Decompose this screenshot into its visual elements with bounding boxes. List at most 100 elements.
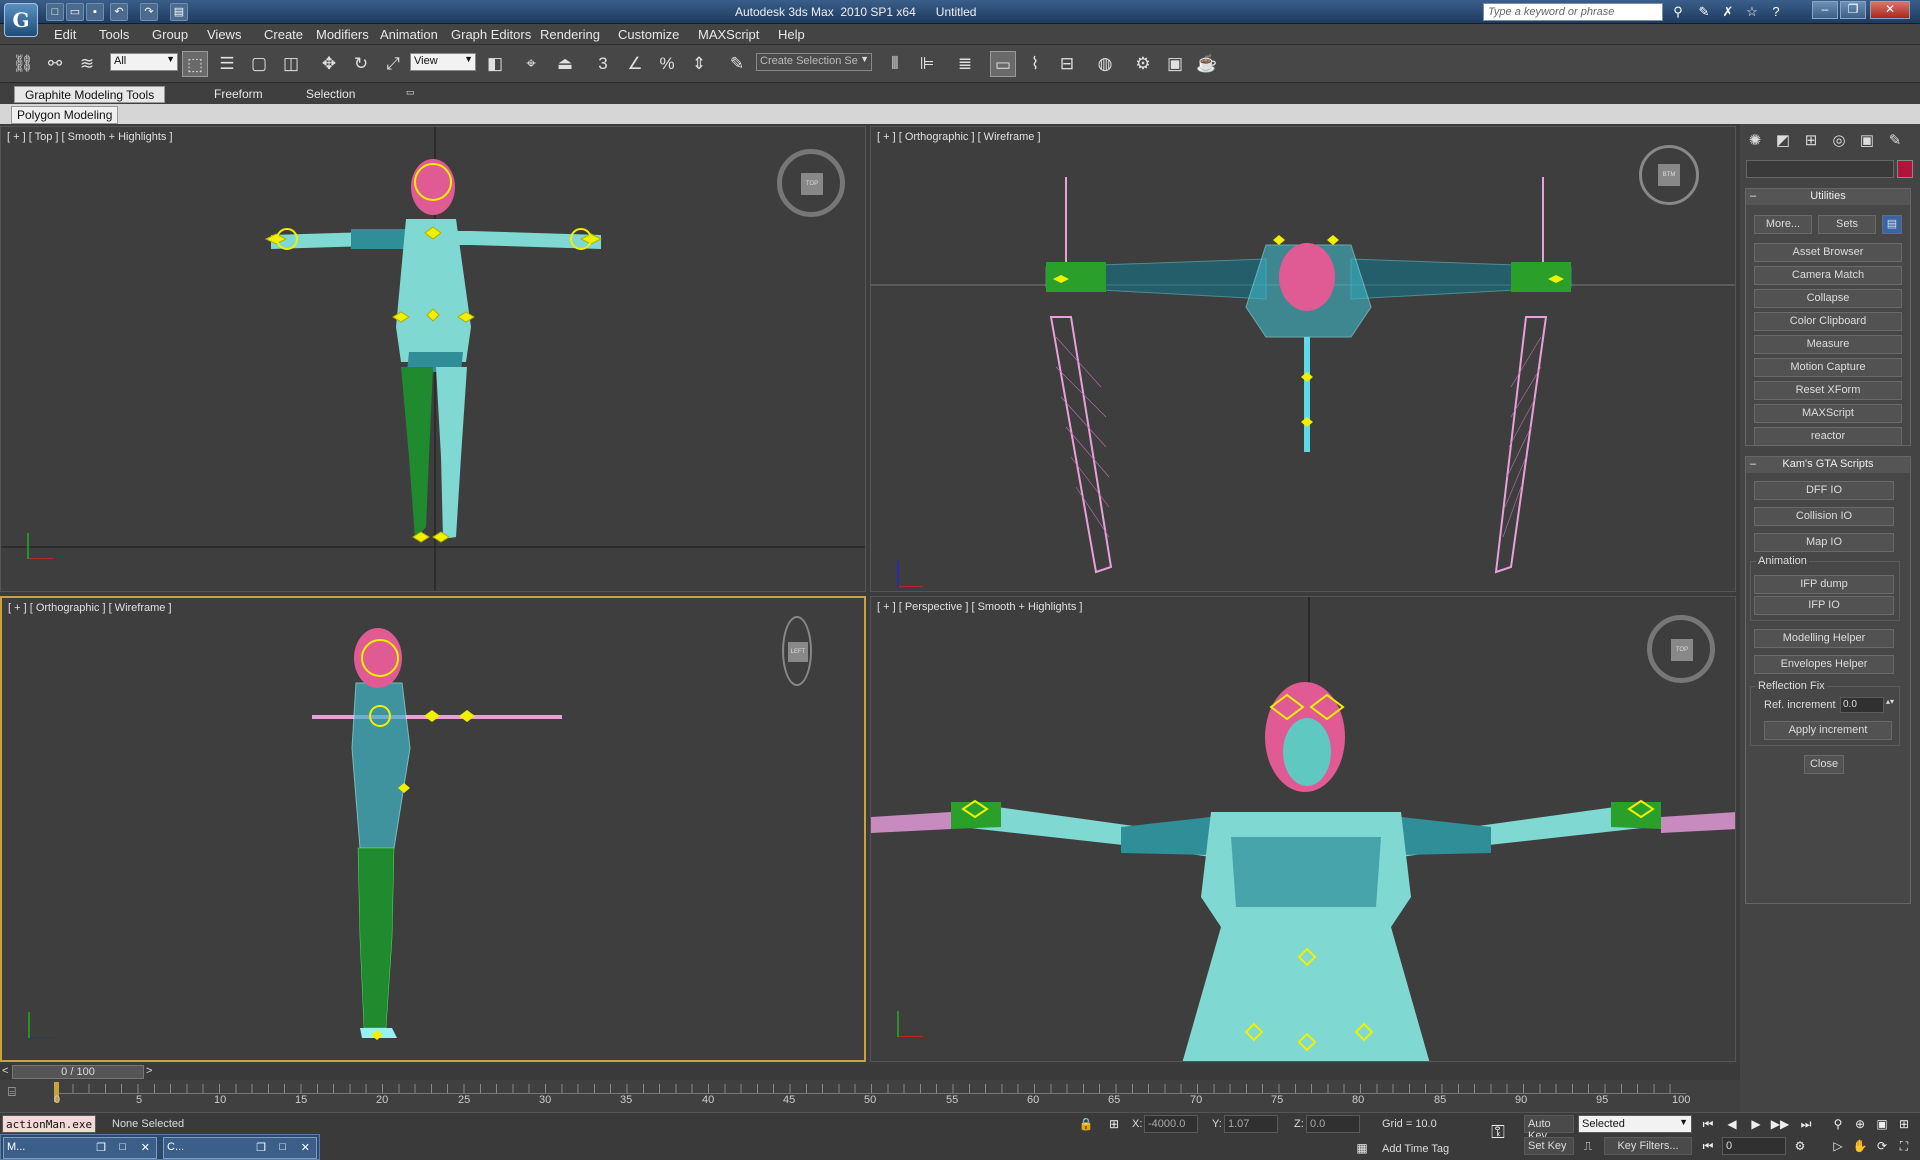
collapse-button[interactable]: Collapse	[1754, 289, 1902, 308]
app-logo[interactable]: G	[4, 3, 38, 37]
maximize-icon[interactable]: □	[119, 1141, 126, 1153]
time-configuration-icon[interactable]: ⚙	[1790, 1137, 1810, 1155]
zoom-all-icon[interactable]: ⊕	[1850, 1115, 1870, 1133]
redo-icon[interactable]: ↷	[140, 3, 158, 21]
zoom-extents-all-icon[interactable]: ⊞	[1894, 1115, 1914, 1133]
utilities-rollout-header[interactable]: – Utilities	[1746, 189, 1910, 205]
communication-center-icon[interactable]: ✎	[1694, 2, 1714, 22]
taskbar-item[interactable]: M... ❐ □ ✕	[3, 1137, 157, 1159]
menu-edit[interactable]: Edit	[54, 27, 76, 42]
close-icon[interactable]: ✕	[301, 1141, 310, 1154]
ifp-io-button[interactable]: IFP IO	[1754, 596, 1894, 615]
viewport-top[interactable]: [ + ] [ Top ] [ Smooth + Highlights ] TO…	[0, 126, 866, 592]
y-coordinate-field[interactable]: 1.07	[1224, 1115, 1278, 1133]
measure-button[interactable]: Measure	[1754, 335, 1902, 354]
viewcube-face[interactable]: BTM	[1658, 164, 1680, 186]
envelopes-helper-button[interactable]: Envelopes Helper	[1754, 655, 1894, 674]
set-keys-icon[interactable]: ⎍	[1578, 1137, 1598, 1155]
time-slider[interactable]: < 0 / 100 >	[0, 1064, 1740, 1080]
motion-capture-button[interactable]: Motion Capture	[1754, 358, 1902, 377]
angle-snap-icon[interactable]: ∠	[622, 51, 648, 77]
menu-help[interactable]: Help	[778, 27, 805, 42]
select-and-link-icon[interactable]: ⛓	[10, 51, 36, 77]
align-icon[interactable]: ⊫	[914, 51, 940, 77]
auto-key-button[interactable]: Auto Key	[1524, 1115, 1574, 1142]
z-coordinate-field[interactable]: 0.0	[1306, 1115, 1360, 1133]
keyboard-shortcut-override-icon[interactable]: ⏏	[552, 51, 578, 77]
window-crossing-icon[interactable]: ◫	[278, 51, 304, 77]
restore-icon[interactable]: ❐	[256, 1141, 266, 1154]
maxscript-listener[interactable]: actionMan.exe	[2, 1115, 96, 1133]
modify-tab-icon[interactable]: ◩	[1772, 130, 1794, 152]
x-coordinate-field[interactable]: -4000.0	[1144, 1115, 1198, 1133]
zoom-icon[interactable]: ⚲	[1828, 1115, 1848, 1133]
viewport-perspective[interactable]: [ + ] [ Perspective ] [ Smooth + Highlig…	[870, 596, 1736, 1062]
add-time-tag[interactable]: Add Time Tag	[1382, 1143, 1449, 1155]
viewport-orthographic-front[interactable]: [ + ] [ Orthographic ] [ Wireframe ] BTM	[870, 126, 1736, 592]
bind-space-warp-icon[interactable]: ≋	[74, 51, 100, 77]
track-bar[interactable]: ⌸ 0 5 10 15 20 25 30 35 40 45 50 55 60 6…	[0, 1080, 1740, 1112]
selection-filter-dropdown[interactable]: All ▼	[110, 53, 178, 71]
rendered-frame-window-icon[interactable]: ▣	[1162, 51, 1188, 77]
material-editor-icon[interactable]: ◍	[1092, 51, 1118, 77]
next-frame-icon[interactable]: ▶▶	[1770, 1115, 1790, 1133]
menu-graph-editors[interactable]: Graph Editors	[451, 27, 531, 42]
utilities-tab-icon[interactable]: ✎	[1884, 130, 1906, 152]
color-clipboard-button[interactable]: Color Clipboard	[1754, 312, 1902, 331]
orbit-icon[interactable]: ⟳	[1872, 1137, 1892, 1155]
select-and-manipulate-icon[interactable]: ⌖	[518, 51, 544, 77]
current-frame-field[interactable]: 0	[1722, 1137, 1786, 1155]
key-mode-toggle-icon[interactable]: ⏮	[1698, 1137, 1718, 1155]
menu-maxscript[interactable]: MAXScript	[698, 27, 759, 42]
play-icon[interactable]: ▶	[1746, 1115, 1766, 1133]
tab-selection[interactable]: Selection	[296, 86, 365, 103]
modelling-helper-button[interactable]: Modelling Helper	[1754, 629, 1894, 648]
project-folder-icon[interactable]: ▤	[170, 3, 188, 21]
spinner-icon[interactable]: ▴▾	[1886, 697, 1894, 706]
time-slider-thumb[interactable]: 0 / 100	[12, 1065, 144, 1079]
close-button[interactable]: ✕	[1870, 1, 1910, 19]
viewcube-face[interactable]: TOP	[1671, 639, 1693, 661]
create-tab-icon[interactable]: ✺	[1744, 130, 1766, 152]
menu-views[interactable]: Views	[207, 27, 241, 42]
graphite-toggle-icon[interactable]: ▭	[990, 51, 1016, 77]
viewport-orthographic-left[interactable]: [ + ] [ Orthographic ] [ Wireframe ] LEF…	[0, 596, 866, 1062]
named-selection-dropdown[interactable]: Create Selection Se ▼	[756, 53, 872, 71]
edit-named-selection-icon[interactable]: ✎	[724, 51, 750, 77]
menu-tools[interactable]: Tools	[99, 27, 129, 42]
zoom-extents-icon[interactable]: ▣	[1872, 1115, 1892, 1133]
configure-sets-icon[interactable]: ▤	[1882, 215, 1902, 234]
restore-icon[interactable]: ❐	[96, 1141, 106, 1154]
slider-right-arrow-icon[interactable]: >	[146, 1065, 152, 1077]
select-and-scale-icon[interactable]: ⤢	[380, 51, 406, 77]
curve-editor-icon[interactable]: ⌇	[1022, 51, 1048, 77]
motion-tab-icon[interactable]: ◎	[1828, 130, 1850, 152]
restore-button[interactable]: ❐	[1840, 1, 1866, 19]
open-file-icon[interactable]: ▭	[66, 3, 84, 21]
set-key-button[interactable]: Set Key	[1524, 1137, 1574, 1155]
taskbar-item[interactable]: C... ❐ □ ✕	[163, 1137, 317, 1159]
select-and-move-icon[interactable]: ✥	[316, 51, 342, 77]
key-filters-button[interactable]: Key Filters...	[1604, 1137, 1692, 1155]
lock-selection-icon[interactable]: 🔒	[1076, 1115, 1096, 1133]
pan-view-icon[interactable]: ✋	[1850, 1137, 1870, 1155]
menu-group[interactable]: Group	[152, 27, 188, 42]
pivot-center-icon[interactable]: ◧	[482, 51, 508, 77]
rectangular-selection-icon[interactable]: ▢	[246, 51, 272, 77]
menu-customize[interactable]: Customize	[618, 27, 679, 42]
unlink-icon[interactable]: ⚯	[42, 51, 68, 77]
binoculars-icon[interactable]: ⚲	[1668, 2, 1688, 22]
undo-icon[interactable]: ↶	[110, 3, 128, 21]
slider-left-arrow-icon[interactable]: <	[2, 1065, 8, 1077]
maximize-icon[interactable]: □	[279, 1141, 286, 1153]
tab-graphite-modeling-tools[interactable]: Graphite Modeling Tools	[14, 86, 166, 103]
close-rollout-button[interactable]: Close	[1804, 755, 1844, 774]
menu-animation[interactable]: Animation	[380, 27, 438, 42]
search-input[interactable]: Type a keyword or phrase	[1483, 3, 1663, 21]
menu-modifiers[interactable]: Modifiers	[316, 27, 369, 42]
menu-create[interactable]: Create	[264, 27, 303, 42]
percent-snap-icon[interactable]: %	[654, 51, 680, 77]
sets-button[interactable]: Sets	[1818, 215, 1876, 234]
map-io-button[interactable]: Map IO	[1754, 533, 1894, 552]
ribbon-options-icon[interactable]: ▭	[396, 86, 425, 103]
